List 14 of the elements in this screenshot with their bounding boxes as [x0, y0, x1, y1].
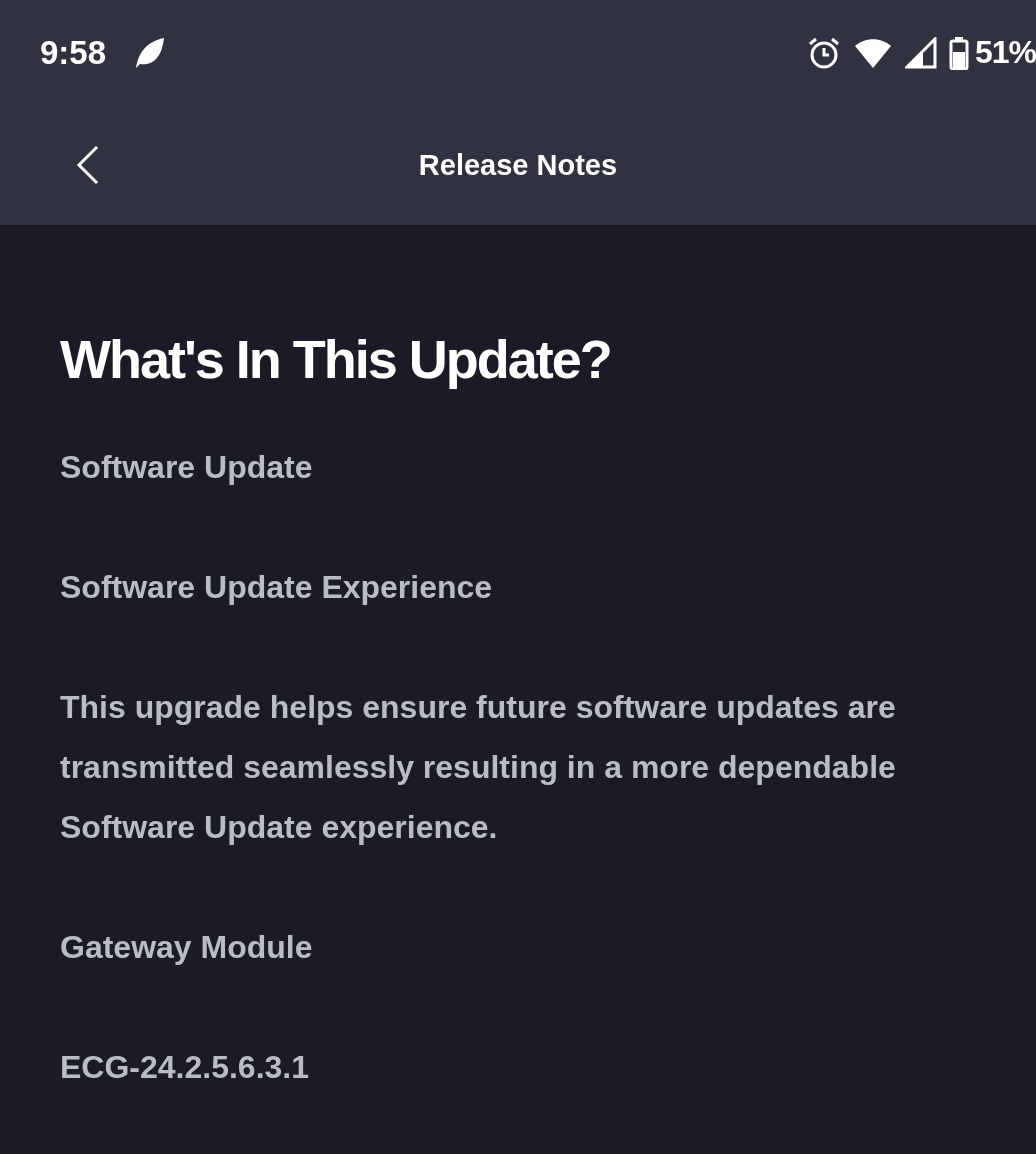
section-heading: What's In This Update?: [60, 329, 612, 389]
status-time: 9:58: [40, 33, 107, 72]
release-note-text: This upgrade helps ensure future software updates are transmitted seamlessly resulting in a more dependable Software Update experience.: [60, 688, 897, 847]
wifi-icon: [852, 36, 893, 69]
page-title: Release Notes: [418, 148, 618, 182]
release-note-text: Software Update: [60, 448, 314, 487]
back-icon[interactable]: [76, 145, 100, 185]
alarm-icon: [806, 35, 841, 70]
signal-icon: [904, 36, 937, 69]
battery-percentage: 51%: [974, 34, 1036, 71]
battery-icon: [948, 35, 969, 70]
release-note-text: ECG-24.2.5.6.3.1: [60, 1048, 311, 1087]
release-note-text: Gateway Module: [60, 928, 314, 967]
release-note-text: Software Update Experience: [60, 568, 494, 607]
